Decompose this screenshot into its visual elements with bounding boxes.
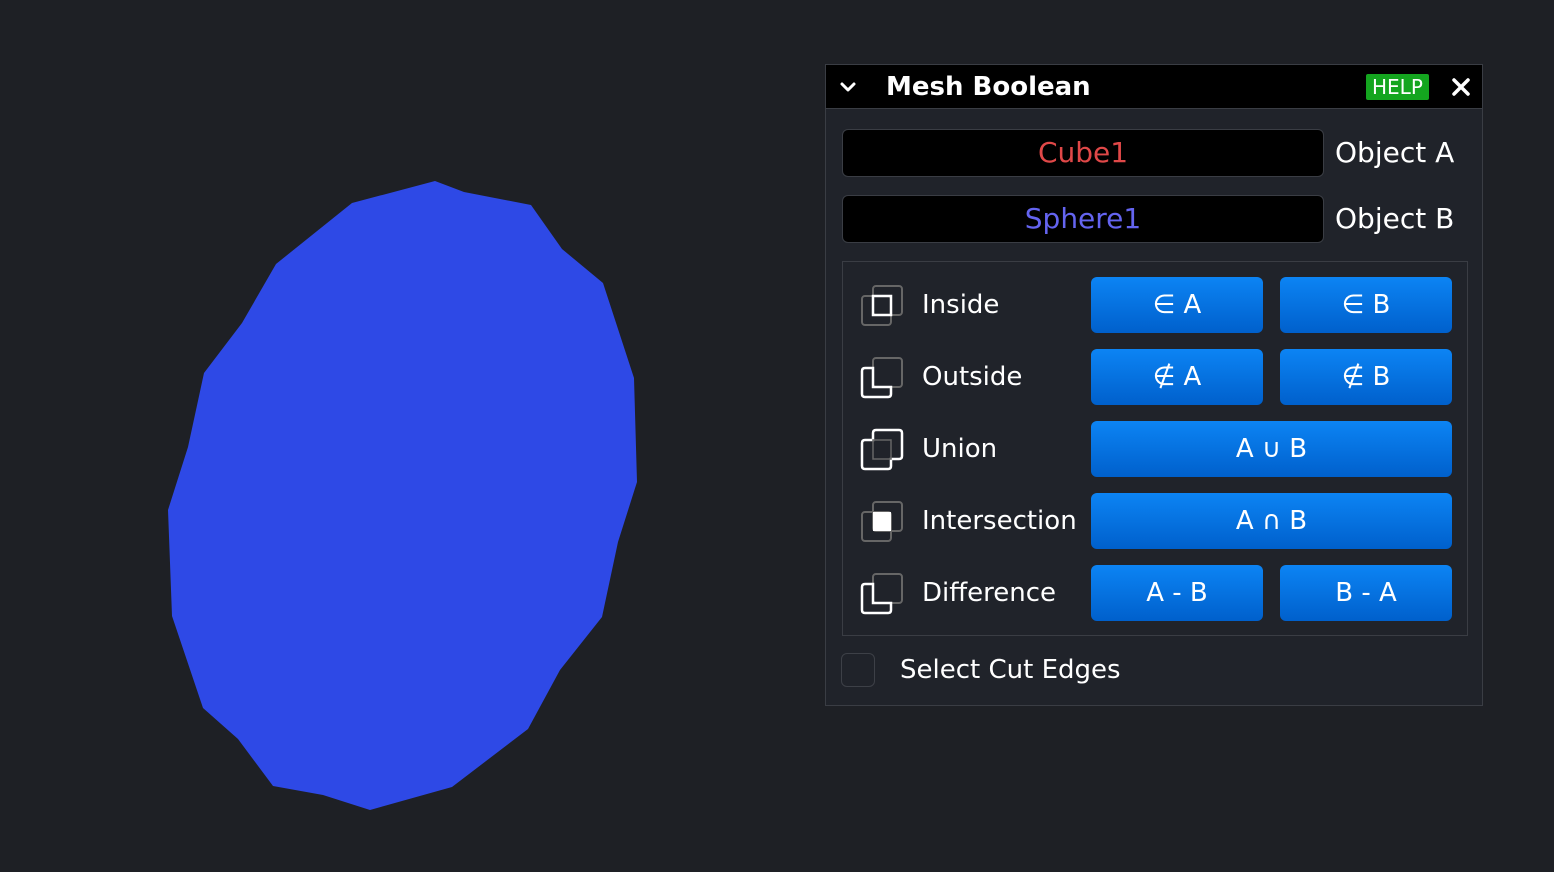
- op-row-difference: Difference A - B B - A: [843, 565, 1467, 621]
- intersection-icon: [861, 501, 903, 542]
- difference-icon: [860, 573, 903, 615]
- select-cut-edges-checkbox[interactable]: [841, 653, 875, 687]
- viewport-canvas[interactable]: [0, 0, 800, 872]
- select-cut-edges-label: Select Cut Edges: [900, 655, 1121, 685]
- op-row-outside: Outside ∉ A ∉ B: [843, 349, 1467, 405]
- op-label-intersection: Intersection: [922, 506, 1077, 536]
- op-label-union: Union: [922, 434, 998, 464]
- boolean-operations: Inside ∈ A ∈ B Outside ∉ A ∉ B Union A ∪…: [842, 261, 1468, 636]
- chevron-down-icon[interactable]: [838, 77, 858, 97]
- mesh-boolean-panel: Mesh Boolean HELP Cube1 Object A Sphere1…: [825, 64, 1483, 706]
- object-b-field[interactable]: Sphere1: [842, 195, 1324, 243]
- outside-a-button[interactable]: ∉ A: [1091, 349, 1263, 405]
- inside-icon: [861, 285, 903, 326]
- difference-a-minus-b-button[interactable]: A - B: [1091, 565, 1263, 621]
- sphere-mesh[interactable]: [168, 181, 637, 810]
- op-label-difference: Difference: [922, 578, 1057, 608]
- op-label-inside: Inside: [922, 290, 1000, 320]
- object-b-value: Sphere1: [1024, 202, 1142, 235]
- union-button[interactable]: A ∪ B: [1091, 421, 1452, 477]
- panel-titlebar: Mesh Boolean HELP: [826, 65, 1482, 109]
- op-label-outside: Outside: [922, 362, 1023, 392]
- inside-a-button[interactable]: ∈ A: [1091, 277, 1263, 333]
- op-row-union: Union A ∪ B: [843, 421, 1467, 477]
- intersection-button[interactable]: A ∩ B: [1091, 493, 1452, 549]
- 3d-viewport[interactable]: [0, 0, 800, 872]
- help-button[interactable]: HELP: [1366, 74, 1429, 100]
- op-row-intersection: Intersection A ∩ B: [843, 493, 1467, 549]
- outside-b-button[interactable]: ∉ B: [1280, 349, 1452, 405]
- op-row-inside: Inside ∈ A ∈ B: [843, 277, 1467, 333]
- object-b-label: Object B: [1335, 202, 1455, 235]
- inside-b-button[interactable]: ∈ B: [1280, 277, 1452, 333]
- panel-title: Mesh Boolean: [886, 72, 1091, 102]
- object-a-field[interactable]: Cube1: [842, 129, 1324, 177]
- object-a-value: Cube1: [1037, 136, 1129, 169]
- object-a-label: Object A: [1335, 136, 1455, 169]
- union-icon: [860, 428, 904, 471]
- outside-icon: [860, 357, 903, 399]
- close-icon[interactable]: [1450, 76, 1472, 98]
- difference-b-minus-a-button[interactable]: B - A: [1280, 565, 1452, 621]
